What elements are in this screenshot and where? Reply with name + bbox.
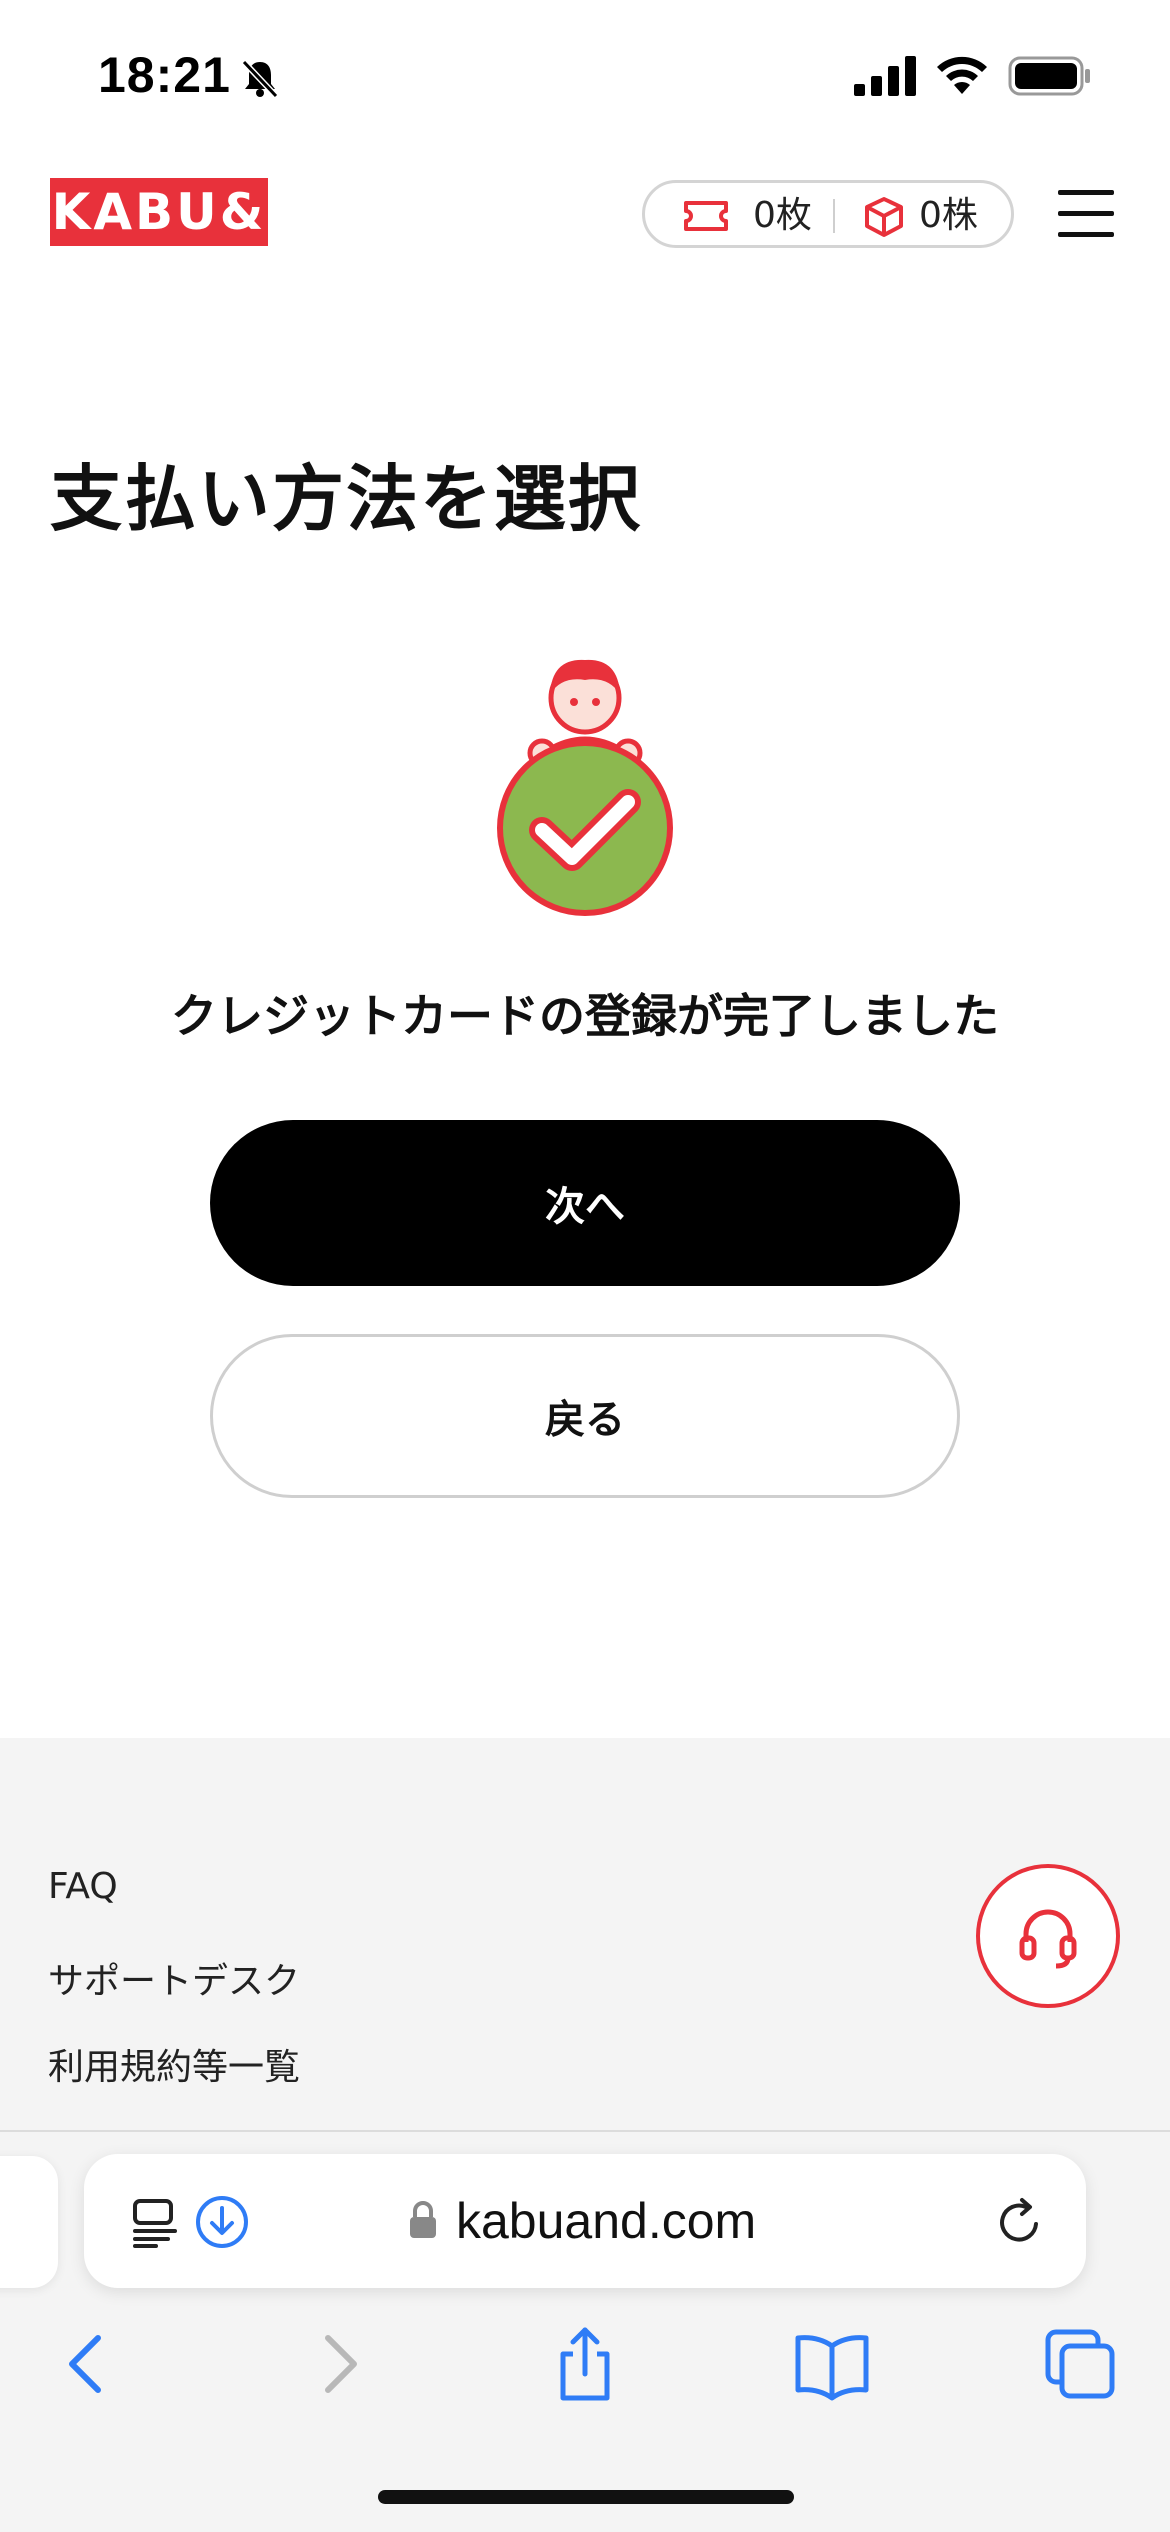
wifi-icon [937, 56, 987, 94]
kabuand-logo[interactable]: KABU& [50, 178, 268, 246]
menu-icon [1058, 190, 1114, 195]
back-icon[interactable] [48, 2324, 128, 2404]
ticket-count: 0枚 [753, 195, 812, 236]
status-time: 18:21 [98, 47, 231, 103]
menu-button[interactable] [1058, 186, 1114, 242]
back-button[interactable]: 戻る [210, 1334, 960, 1498]
download-icon[interactable] [194, 2194, 250, 2250]
address-bar[interactable]: kabuand.com [84, 2154, 1086, 2288]
footer-link-terms[interactable]: 利用規約等一覧 [48, 2038, 300, 2090]
previous-tab-card[interactable] [0, 2156, 58, 2288]
stock-count: 0株 [919, 195, 978, 236]
footer-link-support-desk[interactable]: サポートデスク [48, 1952, 300, 2004]
url-text: kabuand.com [456, 2193, 757, 2249]
site-footer: FAQ サポートデスク 利用規約等一覧 [0, 1738, 1170, 2130]
tabs-icon[interactable] [1040, 2324, 1120, 2404]
share-icon[interactable] [545, 2324, 625, 2404]
headset-icon [1019, 1909, 1077, 1969]
site-header: KABU& 0枚 0株 [0, 160, 1170, 270]
lock-icon [410, 2201, 436, 2238]
browser-chrome: kabuand.com [0, 2130, 1170, 2532]
bell-muted-icon [241, 59, 279, 99]
forward-icon[interactable] [298, 2324, 378, 2404]
bookmarks-icon[interactable] [792, 2324, 872, 2404]
box-icon [865, 197, 903, 237]
signal-icon [854, 56, 916, 96]
ticket-icon [684, 201, 728, 231]
support-button[interactable] [976, 1864, 1120, 2008]
reload-icon[interactable] [992, 2194, 1048, 2250]
success-mascot-icon [497, 659, 673, 916]
balance-pill[interactable]: 0枚 0株 [642, 180, 1014, 248]
pill-divider [833, 199, 835, 233]
battery-icon [1008, 56, 1090, 96]
next-button[interactable]: 次へ [210, 1120, 960, 1286]
reader-icon[interactable] [132, 2198, 178, 2248]
home-indicator[interactable] [378, 2490, 794, 2504]
footer-link-faq[interactable]: FAQ [48, 1866, 118, 1907]
status-bar: 18:21 [0, 0, 1170, 150]
page-title: 支払い方法を選択 [50, 457, 643, 541]
success-message: クレジットカードの登録が完了しました [171, 989, 999, 1043]
